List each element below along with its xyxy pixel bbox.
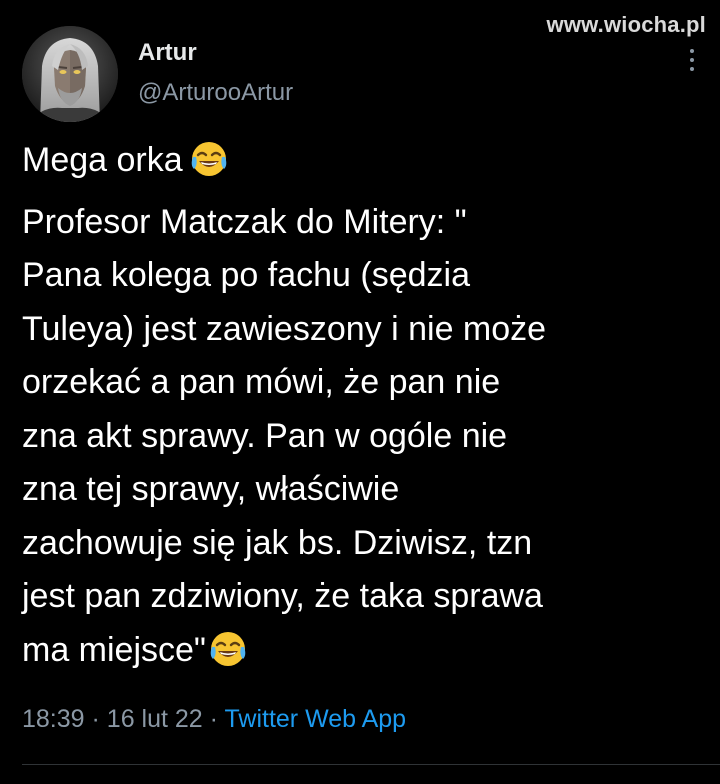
tweet-text: Mega orka Profesor Matczak do Mitery: " …: [22, 134, 708, 685]
display-name[interactable]: Artur: [138, 38, 293, 68]
tweet-line: ma miejsce": [22, 624, 708, 686]
tweet-line: Profesor Matczak do Mitery: ": [22, 202, 467, 241]
tweet-line: jest pan zdziwiony, że taka sprawa: [22, 577, 543, 615]
tweet-line: zna akt sprawy. Pan w ogóle nie: [22, 416, 508, 455]
author-names: Artur @ArturooArtur: [138, 38, 293, 108]
tweet-date[interactable]: 16 lut 22: [107, 705, 203, 733]
tweet-time[interactable]: 18:39: [22, 705, 85, 733]
face-with-tears-of-joy-emoji: [189, 139, 229, 196]
tweet-source-link[interactable]: Twitter Web App: [225, 705, 407, 733]
tweet-line: zna tej sprawy, właściwie: [22, 470, 400, 508]
meta-separator: ·: [209, 705, 218, 733]
divider: [22, 764, 720, 765]
tweet-line: orzekać a pan mówi, że pan nie: [22, 363, 501, 401]
face-with-tears-of-joy-emoji: [208, 629, 248, 686]
tweet-line: Tuleya) jest zawieszony i nie może: [22, 309, 547, 348]
meta-separator: ·: [91, 705, 100, 733]
more-vertical-icon[interactable]: [682, 40, 702, 80]
tweet-line: Pana kolega po fachu (sędzia: [22, 256, 470, 294]
tweet-header: Artur @ArturooArtur: [22, 26, 698, 122]
tweet-meta: 18:39 · 16 lut 22 · Twitter Web App: [22, 705, 406, 734]
user-handle[interactable]: @ArturooArtur: [138, 78, 293, 108]
avatar[interactable]: [22, 26, 118, 122]
tweet-line: zachowuje się jak bs. Dziwisz, tzn: [22, 523, 533, 562]
tweet-line: Mega orka: [22, 134, 708, 196]
